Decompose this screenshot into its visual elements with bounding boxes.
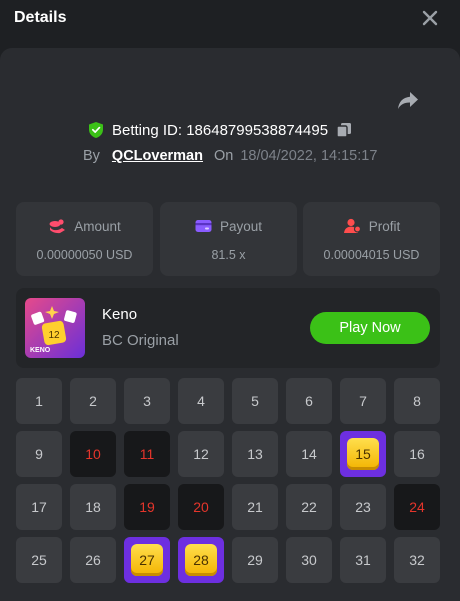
hit-gem: 27 [131,544,163,576]
keno-number-26[interactable]: 26 [70,537,116,583]
stat-label: Payout [219,218,263,234]
stat-value: 0.00004015 USD [323,248,420,262]
bet-datetime: 18/04/2022, 14:15:17 [240,148,378,164]
copy-icon[interactable] [336,122,352,138]
keno-number-21[interactable]: 21 [232,484,278,530]
stat-label: Amount [74,218,121,234]
keno-number-28[interactable]: 28 [178,537,224,583]
stat-profit: Profit 0.00004015 USD [303,202,440,276]
keno-number-1[interactable]: 1 [16,378,62,424]
play-now-button[interactable]: Play Now [310,312,430,344]
keno-number-15[interactable]: 15 [340,431,386,477]
keno-number-3[interactable]: 3 [124,378,170,424]
stat-payout: Payout 81.5 x [160,202,297,276]
game-name: Keno [102,306,138,323]
keno-number-6[interactable]: 6 [286,378,332,424]
keno-number-27[interactable]: 27 [124,537,170,583]
stat-value: 81.5 x [211,248,246,262]
share-icon[interactable] [396,90,420,112]
keno-number-30[interactable]: 30 [286,537,332,583]
wallet-icon [195,220,212,232]
thumb-number: 12 [48,330,60,341]
keno-number-22[interactable]: 22 [286,484,332,530]
coins-icon [49,219,66,234]
user-profit-icon [343,218,361,233]
keno-number-14[interactable]: 14 [286,431,332,477]
modal-header: Details [0,0,460,44]
keno-number-20[interactable]: 20 [178,484,224,530]
keno-number-4[interactable]: 4 [178,378,224,424]
keno-number-25[interactable]: 25 [16,537,62,583]
by-label: By [83,148,100,164]
bet-meta-row: By QCLoverman On 18/04/2022, 14:15:17 [83,146,377,166]
stat-amount: Amount 0.00000050 USD [16,202,153,276]
keno-number-19[interactable]: 19 [124,484,170,530]
keno-number-23[interactable]: 23 [340,484,386,530]
modal-title: Details [14,9,67,26]
keno-number-9[interactable]: 9 [16,431,62,477]
keno-number-12[interactable]: 12 [178,431,224,477]
hit-gem: 28 [185,544,217,576]
username-link[interactable]: QCLoverman [112,148,203,164]
on-label: On [213,148,234,164]
betting-id-row: Betting ID: 18648799538874495 [88,120,352,140]
game-card: 12 KENO Keno BC Original Play Now [16,288,440,368]
game-provider: BC Original [102,332,179,349]
keno-number-7[interactable]: 7 [340,378,386,424]
close-icon[interactable] [420,8,440,28]
keno-thumbnail[interactable]: 12 KENO [25,298,85,358]
keno-number-13[interactable]: 13 [232,431,278,477]
keno-number-32[interactable]: 32 [394,537,440,583]
thumb-label: KENO [30,347,51,354]
betting-id-value: 18648799538874495 [186,121,329,139]
keno-number-17[interactable]: 17 [16,484,62,530]
keno-number-2[interactable]: 2 [70,378,116,424]
keno-number-18[interactable]: 18 [70,484,116,530]
hit-gem: 15 [347,438,379,470]
keno-number-31[interactable]: 31 [340,537,386,583]
stat-value: 0.00000050 USD [36,248,133,262]
betting-id-label: Betting ID: [112,121,183,139]
keno-number-11[interactable]: 11 [124,431,170,477]
keno-number-5[interactable]: 5 [232,378,278,424]
keno-number-16[interactable]: 16 [394,431,440,477]
keno-number-24[interactable]: 24 [394,484,440,530]
stat-label: Profit [368,218,401,234]
keno-number-29[interactable]: 29 [232,537,278,583]
shield-check-icon [89,122,103,138]
keno-number-10[interactable]: 10 [70,431,116,477]
keno-number-8[interactable]: 8 [394,378,440,424]
